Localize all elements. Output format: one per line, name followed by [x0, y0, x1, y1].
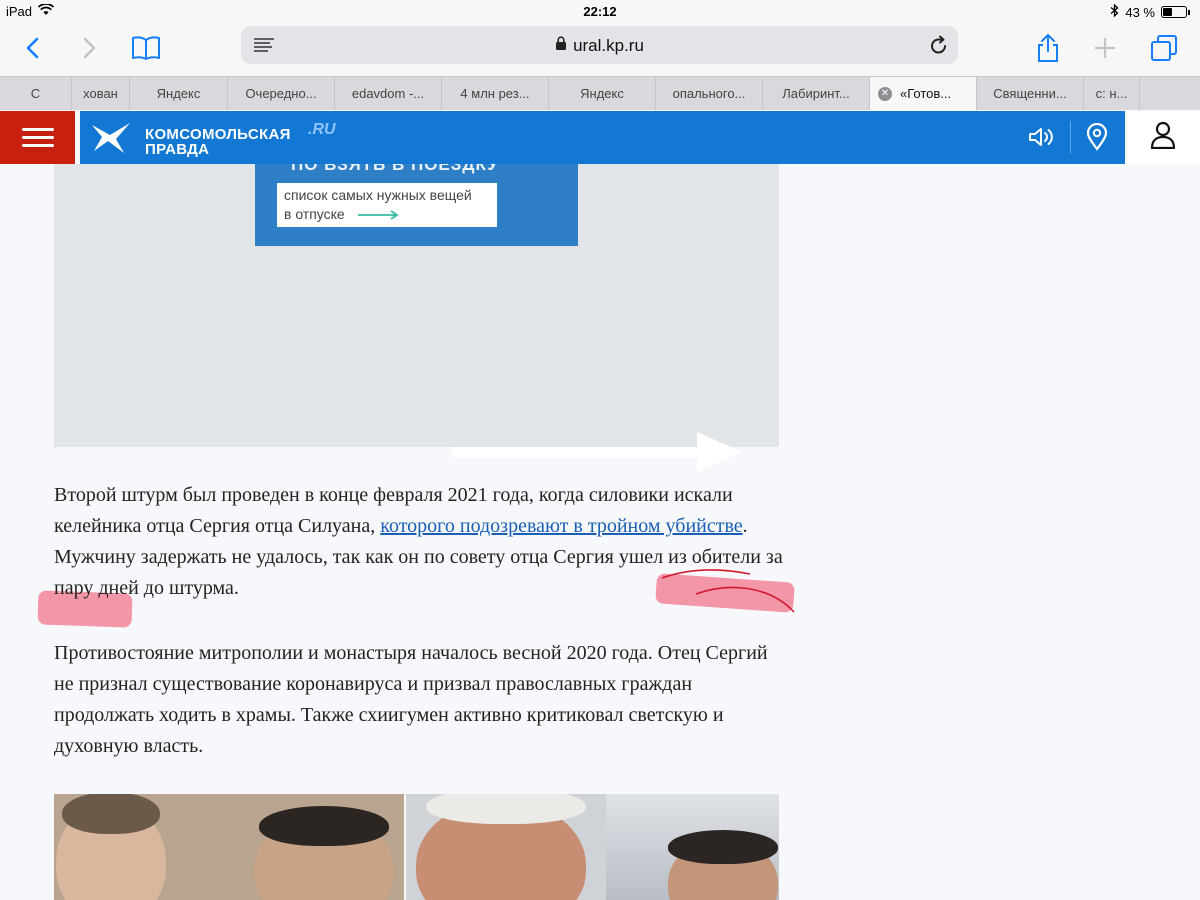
tabs-overview-button[interactable]	[1146, 30, 1182, 66]
tab-item[interactable]: Священни...	[977, 77, 1084, 110]
site-header: КОМСОМОЛЬСКАЯ ПРАВДА .RU	[0, 111, 1200, 164]
article-paragraph: Противостояние митрополии и монастыря на…	[54, 642, 768, 757]
forward-button[interactable]	[72, 30, 108, 66]
ad-line-2-row: в отпуске	[284, 205, 490, 225]
battery-icon	[1161, 6, 1187, 18]
speaker-icon[interactable]	[1028, 123, 1056, 151]
url-text: ural.kp.ru	[573, 36, 644, 55]
tab-item[interactable]: edavdom -...	[335, 77, 442, 110]
next-arrow-icon[interactable]	[452, 430, 744, 479]
tab-close-icon[interactable]: ✕	[878, 86, 892, 101]
tab-item[interactable]: 4 млн рез...	[442, 77, 549, 110]
menu-line	[21, 144, 54, 147]
status-bar: iPad 22:12 43 %	[0, 0, 1200, 22]
site-logo-text: КОМСОМОЛЬСКАЯ ПРАВДА	[145, 127, 291, 157]
tab-item[interactable]: Яндекс	[130, 77, 228, 110]
site-logo-link[interactable]: КОМСОМОЛЬСКАЯ ПРАВДА .RU	[90, 117, 340, 159]
article-photo-left[interactable]	[54, 794, 404, 900]
tab-label: Яндекс	[156, 86, 201, 101]
user-icon	[1150, 121, 1176, 154]
tab-label: Священни...	[993, 86, 1067, 101]
tab-label: edavdom -...	[351, 86, 425, 101]
reload-icon[interactable]	[930, 35, 948, 60]
tab-label: Яндекс	[580, 86, 624, 101]
tab-item[interactable]: С	[0, 77, 72, 110]
swallow-logo-icon	[90, 121, 132, 160]
battery-level	[1163, 8, 1172, 16]
tab-item[interactable]: Очередно...	[228, 77, 335, 110]
mitre-cap	[426, 794, 586, 824]
tab-item[interactable]: Лабиринт...	[763, 77, 870, 110]
tab-label: «Готов...	[900, 86, 952, 101]
person-hair	[62, 794, 160, 834]
hamburger-menu-button[interactable]	[0, 111, 75, 164]
tab-label: 4 млн рез...	[460, 86, 530, 101]
new-tab-button[interactable]	[1087, 30, 1123, 66]
status-right: 43 %	[1110, 3, 1190, 20]
tab-item[interactable]: хован	[72, 77, 130, 110]
menu-line	[21, 128, 54, 131]
profile-button[interactable]	[1125, 111, 1200, 164]
ad-headline: ПО ВЗЯТЬ В ПОЕЗДКУ	[291, 164, 499, 174]
logo-ru-suffix: .RU	[308, 121, 336, 138]
tab-strip-filler	[1140, 77, 1200, 110]
tab-item[interactable]: Яндекс	[549, 77, 656, 110]
tab-item[interactable]: опального...	[656, 77, 763, 110]
location-pin-icon[interactable]	[1083, 123, 1111, 151]
bookmarks-button[interactable]	[128, 30, 164, 66]
tab-strip: С хован Яндекс Очередно... edavdom -... …	[0, 76, 1200, 110]
arrow-right-icon	[357, 206, 399, 225]
person-hair	[259, 806, 389, 846]
ad-line-2: в отпуске	[284, 206, 345, 222]
header-divider	[1070, 121, 1071, 154]
battery-percent: 43 %	[1125, 4, 1155, 20]
tab-label: Очередно...	[245, 86, 317, 101]
article-photo-right[interactable]	[406, 794, 779, 900]
back-button[interactable]	[14, 30, 50, 66]
ad-line-1: список самых нужных вещей	[284, 187, 472, 203]
site-header-bar: КОМСОМОЛЬСКАЯ ПРАВДА .RU	[80, 111, 1125, 164]
tab-item[interactable]: с: н...	[1084, 77, 1140, 110]
tab-label: опального...	[672, 86, 746, 101]
battery-tip	[1188, 9, 1190, 15]
tab-item-active[interactable]: ✕ «Готов...	[870, 77, 977, 110]
ad-card: список самых нужных вещей в отпуске	[277, 183, 497, 227]
person-hair	[668, 830, 778, 864]
bluetooth-icon	[1110, 3, 1119, 20]
video-player[interactable]: ПО ВЗЯТЬ В ПОЕЗДКУ список самых нужных в…	[54, 164, 779, 472]
menu-line	[21, 136, 54, 139]
article-paragraph: Второй штурм был проведен в конце феврал…	[54, 480, 784, 604]
tab-label: Лабиринт...	[782, 86, 850, 101]
ad-banner[interactable]: ПО ВЗЯТЬ В ПОЕЗДКУ список самых нужных в…	[255, 164, 578, 246]
tab-label: С	[30, 86, 41, 101]
article-link[interactable]: которого подозревают в тройном убийстве	[380, 515, 742, 537]
lock-icon	[555, 36, 567, 56]
tab-label: с: н...	[1095, 86, 1128, 101]
logo-line-2: ПРАВДА	[145, 141, 210, 158]
clock: 22:12	[583, 4, 617, 19]
tab-label: хован	[83, 86, 118, 101]
url-display[interactable]: ural.kp.ru	[241, 36, 958, 56]
address-bar[interactable]: ural.kp.ru	[241, 26, 958, 64]
browser-toolbar: ural.kp.ru	[0, 22, 1200, 76]
share-button[interactable]	[1030, 30, 1066, 66]
